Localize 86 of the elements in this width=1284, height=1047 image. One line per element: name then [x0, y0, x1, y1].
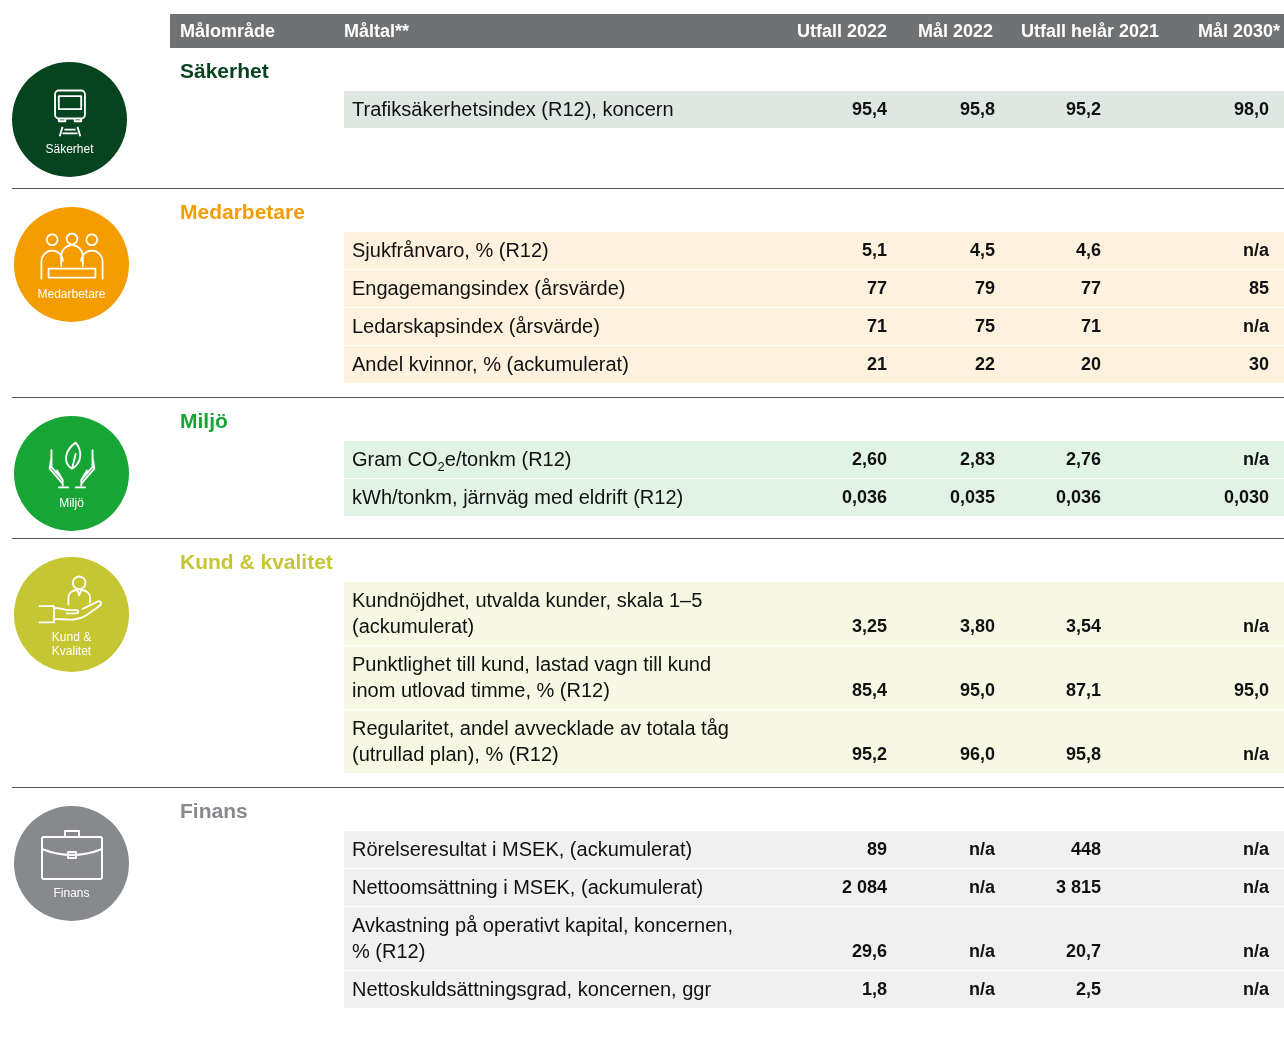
value-cell-text: 5,1 — [860, 239, 888, 262]
value-cell-text: 95,8 — [958, 98, 996, 121]
value-cell-text: 2,83 — [958, 448, 996, 471]
section-title: Finans — [179, 798, 249, 824]
value-cell-text: 0,036 — [840, 486, 888, 509]
value-cell-text: 4,6 — [1074, 239, 1102, 262]
value-cell-text: 85 — [1247, 277, 1270, 300]
value-cell-text: 95,8 — [1064, 743, 1102, 766]
metric-label: Andel kvinnor, % (ackumulerat) — [351, 352, 630, 377]
value-cell-text: 4,5 — [968, 239, 996, 262]
badge-label: Finans — [53, 886, 90, 901]
section-title: Miljö — [179, 408, 229, 434]
value-cell-text: 3 815 — [1054, 876, 1102, 899]
value-cell-text: 85,4 — [850, 679, 888, 702]
column-header: Mål 2022 — [916, 20, 994, 43]
section-title: Medarbetare — [179, 199, 306, 225]
column-header: Utfall helår 2021 — [1019, 20, 1160, 43]
value-cell-text: 448 — [1069, 838, 1102, 861]
value-cell-text: n/a — [1242, 876, 1270, 899]
metric-label: Rörelseresultat i MSEK, (ackumulerat) — [351, 837, 694, 862]
value-cell-text: 2,60 — [850, 448, 888, 471]
value-cell-text: 2,5 — [1074, 978, 1102, 1001]
metric-label: Engagemangsindex (årsvärde) — [351, 276, 627, 301]
value-cell-text: 3,25 — [850, 615, 888, 638]
value-cell-text: 95,2 — [1064, 98, 1102, 121]
value-cell-text: 98,0 — [1232, 98, 1270, 121]
metric-label: Punktlighet till kund, lastad vagn till kund inom utlovad timme, % (R12) — [351, 652, 713, 703]
value-cell-text: 0,035 — [948, 486, 996, 509]
value-cell-text: 95,0 — [958, 679, 996, 702]
badge-label: Säkerhet — [45, 142, 94, 157]
section-title: Säkerhet — [179, 58, 270, 84]
value-cell-text: n/a — [968, 876, 996, 899]
metric-label: Ledarskapsindex (årsvärde) — [351, 314, 601, 339]
value-cell-text: 95,0 — [1232, 679, 1270, 702]
value-cell-text: n/a — [1242, 315, 1270, 338]
column-header: Måltal** — [344, 20, 411, 42]
metric-label: Avkastning på operativt kapital, koncernen, % (R12) — [351, 913, 734, 964]
metric-label: Trafiksäkerhetsindex (R12), koncern — [351, 97, 675, 122]
value-cell-text: n/a — [968, 978, 996, 1001]
value-cell-text: 89 — [865, 838, 888, 861]
badge-label: Kund & Kvalitet — [50, 631, 93, 658]
value-cell-text: 22 — [973, 353, 996, 376]
value-cell-text: n/a — [1242, 615, 1270, 638]
value-cell-text: 77 — [1079, 277, 1102, 300]
value-cell-text: 1,8 — [860, 978, 888, 1001]
column-header: Målområde — [179, 20, 277, 42]
value-cell-text: 0,036 — [1054, 486, 1102, 509]
metric-label: Nettoomsättning i MSEK, (ackumulerat) — [351, 875, 705, 900]
value-cell-text: n/a — [968, 940, 996, 963]
section-title: Kund & kvalitet — [179, 549, 334, 575]
value-cell-text: n/a — [1242, 743, 1270, 766]
value-cell-text: 29,6 — [850, 940, 888, 963]
value-cell-text: n/a — [968, 838, 996, 861]
value-cell-text: 95,4 — [850, 98, 888, 121]
value-cell-text: 87,1 — [1064, 679, 1102, 702]
value-cell-text: 3,54 — [1064, 615, 1102, 638]
value-cell-text: 79 — [973, 277, 996, 300]
value-cell-text: n/a — [1242, 448, 1270, 471]
value-cell-text: 3,80 — [958, 615, 996, 638]
metric-label: Nettoskuldsättningsgrad, koncernen, ggr — [351, 977, 713, 1002]
value-cell-text: 30 — [1247, 353, 1270, 376]
value-cell-text: 20,7 — [1064, 940, 1102, 963]
value-cell-text: 71 — [865, 315, 888, 338]
value-cell-text: 20 — [1079, 353, 1102, 376]
value-cell-text: 0,030 — [1222, 486, 1270, 509]
value-cell-text: 77 — [865, 277, 888, 300]
value-cell-text: 2 084 — [840, 876, 888, 899]
value-cell-text: n/a — [1242, 239, 1270, 262]
value-cell-text: 95,2 — [850, 743, 888, 766]
value-cell-text: 71 — [1079, 315, 1102, 338]
column-header: Mål 2030* — [1196, 20, 1281, 43]
value-cell-text: 2,76 — [1064, 448, 1102, 471]
metric-label: Sjukfrånvaro, % (R12) — [351, 238, 550, 263]
badge-label: Medarbetare — [37, 287, 106, 302]
value-cell-text: 21 — [865, 353, 888, 376]
metric-label: kWh/tonkm, järnväg med eldrift (R12) — [351, 485, 685, 510]
value-cell-text: n/a — [1242, 978, 1270, 1001]
metric-label: Kundnöjdhet, utvalda kunder, skala 1–5 (ackumulerat) — [351, 588, 704, 639]
value-cell-text: n/a — [1242, 940, 1270, 963]
value-cell-text: n/a — [1242, 838, 1270, 861]
metric-label: Regularitet, andel avvecklade av totala tåg (utrullad plan), % (R12) — [351, 716, 730, 767]
value-cell-text: 75 — [973, 315, 996, 338]
value-cell-text: 96,0 — [958, 743, 996, 766]
metric-label: Gram CO$_{2}$e/tonkm (R12) — [351, 447, 573, 472]
column-header: Utfall 2022 — [795, 20, 888, 43]
badge-label: Miljö — [59, 496, 84, 511]
